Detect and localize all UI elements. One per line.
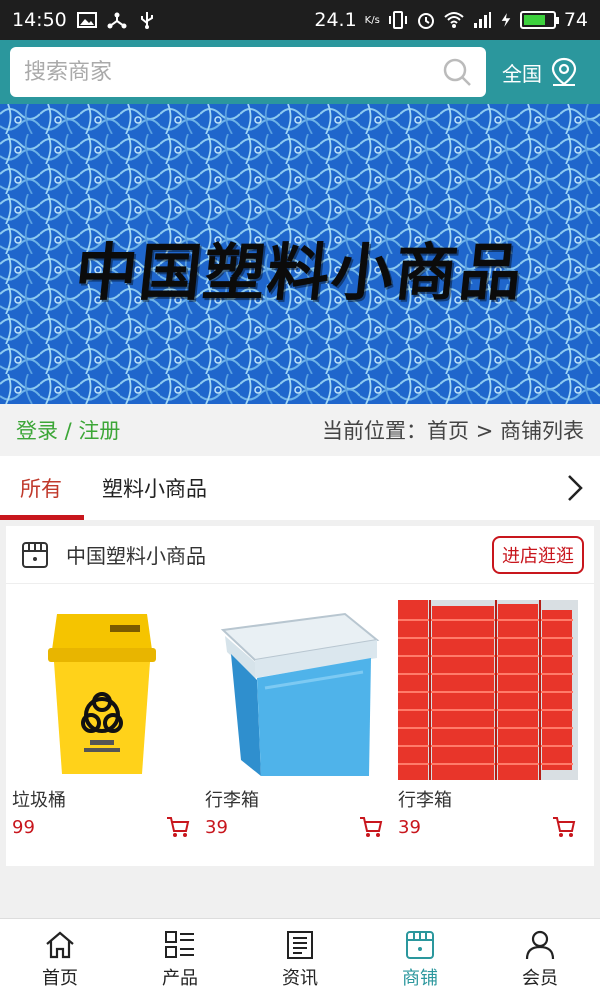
nav-member-label: 会员	[522, 967, 558, 989]
signal-icon	[473, 12, 491, 28]
product-name[interactable]: 行李箱	[205, 786, 398, 812]
charging-icon	[501, 13, 511, 27]
share-icon	[107, 12, 127, 29]
cart-icon[interactable]	[359, 816, 383, 838]
nav-news-label: 资讯	[282, 967, 318, 989]
nav-stores[interactable]: 商铺	[360, 919, 480, 1000]
store-icon	[22, 541, 48, 568]
store-card: 中国塑料小商品 进店逛逛 垃圾桶 99 行李箱 39 行李箱 39	[6, 526, 594, 866]
cart-icon[interactable]	[166, 816, 190, 838]
visit-store-button[interactable]: 进店逛逛	[492, 535, 584, 574]
bottom-nav: 首页 产品 资讯 商铺 会员	[0, 918, 600, 1000]
status-time: 14:50	[12, 9, 67, 31]
store-name: 中国塑料小商品	[66, 544, 206, 568]
category-tabs: 所有 塑料小商品	[0, 456, 600, 520]
location-pin-icon	[551, 57, 577, 86]
product-image-storage-box[interactable]	[205, 600, 385, 780]
speed-unit: K/s	[364, 14, 380, 26]
store-header: 中国塑料小商品 进店逛逛	[6, 526, 594, 584]
battery-level: 74	[563, 9, 588, 31]
nav-home[interactable]: 首页	[0, 919, 120, 1000]
product-item[interactable]: 行李箱 39	[205, 600, 398, 838]
header: 全国	[0, 40, 600, 104]
product-list: 垃圾桶 99 行李箱 39 行李箱 39	[6, 584, 594, 838]
nav-products[interactable]: 产品	[120, 919, 240, 1000]
search-box[interactable]	[10, 47, 486, 97]
wifi-icon	[444, 12, 464, 28]
breadcrumb: 当前位置：首页 > 商铺列表	[322, 419, 584, 443]
usb-icon	[140, 12, 153, 29]
status-bar: 14:50 24.1 K/s 74	[0, 0, 600, 40]
product-item[interactable]: 垃圾桶 99	[12, 600, 205, 838]
nav-products-label: 产品	[162, 967, 198, 989]
product-price: 39	[205, 816, 228, 838]
home-icon	[46, 931, 74, 958]
login-register-link[interactable]: 登录 / 注册	[16, 415, 120, 445]
location-bar: 登录 / 注册 当前位置：首页 > 商铺列表	[0, 404, 600, 456]
product-price: 99	[12, 816, 35, 838]
nav-home-label: 首页	[42, 967, 78, 989]
cart-icon[interactable]	[552, 816, 576, 838]
store-icon	[406, 930, 434, 959]
nav-stores-label: 商铺	[402, 967, 438, 989]
tab-plastic-goods[interactable]: 塑料小商品	[82, 456, 227, 520]
image-icon	[76, 12, 97, 28]
product-name[interactable]: 行李箱	[398, 786, 591, 812]
vibrate-icon	[388, 11, 407, 29]
banner-title: 中国塑料小商品	[71, 236, 528, 309]
chevron-right-icon	[568, 475, 583, 501]
product-price: 39	[398, 816, 421, 838]
user-icon	[525, 930, 555, 959]
product-image-trash-bin[interactable]	[12, 600, 192, 780]
banner[interactable]: 中国塑料小商品	[0, 104, 600, 404]
product-item[interactable]: 行李箱 39	[398, 600, 591, 838]
nav-member[interactable]: 会员	[480, 919, 600, 1000]
search-input[interactable]	[24, 59, 442, 85]
battery-icon	[519, 11, 559, 29]
search-icon[interactable]	[442, 57, 472, 87]
product-name[interactable]: 垃圾桶	[12, 786, 205, 812]
alarm-icon	[417, 13, 434, 29]
nav-news[interactable]: 资讯	[240, 919, 360, 1000]
tab-all[interactable]: 所有	[0, 456, 84, 520]
network-speed: 24.1	[314, 9, 357, 31]
product-image-red-crates[interactable]	[398, 600, 578, 780]
region-selector[interactable]: 全国	[502, 57, 578, 87]
list-icon	[165, 930, 194, 958]
tabs-more-button[interactable]	[550, 456, 600, 520]
region-label: 全国	[502, 61, 542, 86]
news-icon	[287, 930, 313, 959]
